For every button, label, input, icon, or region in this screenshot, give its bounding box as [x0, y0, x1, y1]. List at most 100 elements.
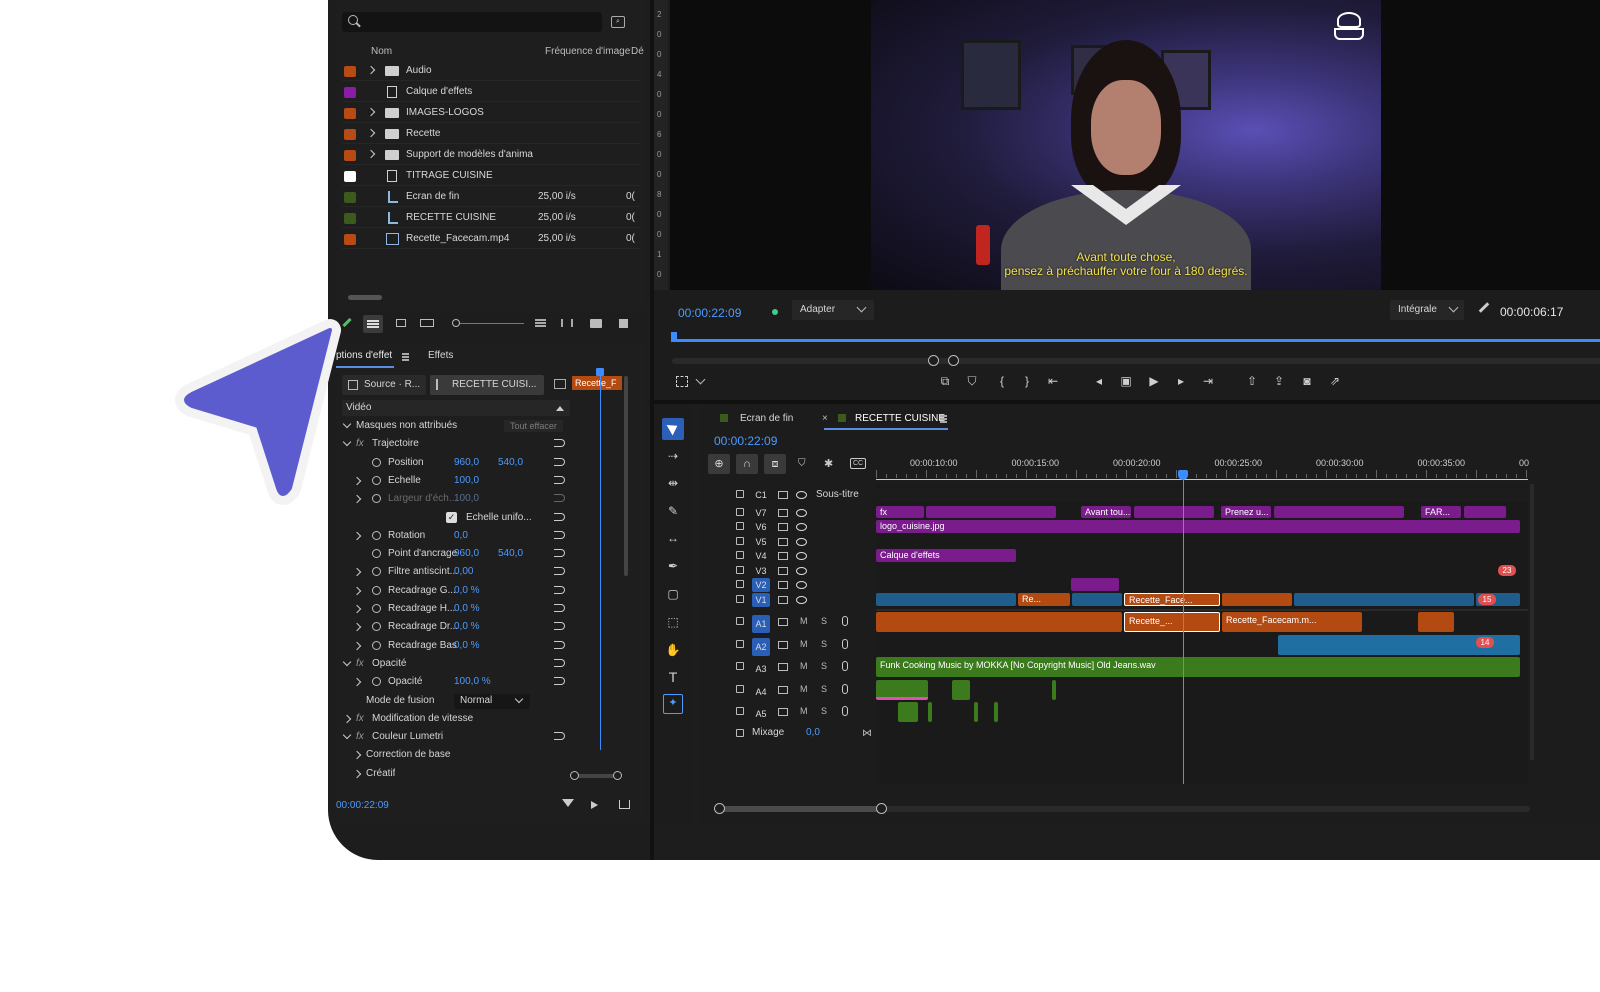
panel-toggle-icon[interactable]: [554, 379, 566, 389]
fit-dropdown[interactable]: Adapter: [792, 300, 874, 320]
effect-row[interactable]: Point d'ancrage 960,0 540,0: [342, 546, 570, 564]
track-target[interactable]: V3: [752, 564, 770, 578]
chevron-right-icon[interactable]: [352, 494, 362, 504]
timeline-vscroll[interactable]: [1530, 484, 1534, 760]
go-to-out-icon[interactable]: ⇥: [1200, 374, 1216, 388]
chevron-right-icon[interactable]: [352, 623, 362, 632]
fx-icon[interactable]: fx: [356, 438, 364, 449]
search-bar[interactable]: [342, 12, 602, 32]
solo-button[interactable]: S: [821, 616, 827, 626]
stopwatch-icon[interactable]: [372, 494, 381, 504]
v1-clip[interactable]: [1294, 593, 1474, 606]
reset-icon[interactable]: [554, 530, 565, 539]
toggle-sync-icon[interactable]: [778, 708, 788, 716]
step-forward-icon[interactable]: ▸: [1174, 374, 1188, 388]
track-target[interactable]: V5: [752, 535, 770, 549]
a1-clip[interactable]: Recette_...: [1124, 612, 1220, 632]
effect-row[interactable]: Largeur d'éch... 100,0: [342, 491, 570, 509]
lock-icon[interactable]: [736, 566, 744, 574]
toggle-sync-icon[interactable]: [778, 581, 788, 589]
effects-timecode[interactable]: 00:00:22:09: [336, 800, 389, 811]
rectangle-tool-icon[interactable]: ▢: [665, 587, 681, 601]
icon-view-icon[interactable]: [396, 319, 406, 327]
v7-clip[interactable]: [1464, 506, 1506, 518]
effect-value[interactable]: 0,0 %: [454, 640, 480, 651]
effect-row[interactable]: Filtre antiscint... 0,00: [342, 564, 570, 582]
reset-icon[interactable]: [554, 512, 565, 521]
label-color-swatch[interactable]: [344, 87, 356, 98]
mark-out-icon[interactable]: }: [1020, 374, 1034, 388]
menu-icon[interactable]: [940, 415, 947, 417]
toggle-sync-icon[interactable]: [778, 641, 788, 649]
mix-value[interactable]: 0,0: [806, 727, 820, 738]
effect-row[interactable]: Mode de fusion Normal: [342, 693, 570, 711]
reset-icon[interactable]: [554, 640, 565, 649]
mute-button[interactable]: M: [800, 706, 808, 716]
eye-icon[interactable]: [796, 509, 807, 517]
a5-clip[interactable]: [928, 702, 932, 722]
effect-row[interactable]: Position 960,0 540,0: [342, 455, 570, 473]
lock-icon[interactable]: [736, 640, 744, 648]
effect-value[interactable]: 960,0: [454, 548, 479, 559]
v6-clip[interactable]: logo_cuisine.jpg: [876, 520, 1520, 533]
generative-extend-tool-icon[interactable]: ✦: [663, 694, 683, 714]
track-target[interactable]: V1: [752, 593, 770, 607]
effects-scrollbar[interactable]: [624, 376, 628, 576]
effect-row[interactable]: Créatif: [342, 766, 570, 784]
export-frame-icon[interactable]: ⇗: [1327, 374, 1343, 388]
fx-icon[interactable]: fx: [356, 658, 364, 669]
timeline-playhead-handle[interactable]: [1178, 470, 1188, 480]
effect-value[interactable]: 540,0: [498, 548, 523, 559]
chevron-right-icon[interactable]: [352, 568, 362, 577]
effect-row[interactable]: fx Couleur Lumetri: [342, 729, 570, 747]
selection-tool-icon[interactable]: [662, 418, 684, 440]
chevron-right-icon[interactable]: [352, 751, 362, 760]
collapse-icon[interactable]: [556, 406, 564, 411]
timeline-hscroll[interactable]: [714, 803, 1530, 814]
lock-icon[interactable]: [736, 707, 744, 715]
project-item[interactable]: Support de modèles d'anima: [342, 145, 640, 165]
project-item[interactable]: Audio: [342, 61, 640, 81]
microphone-icon[interactable]: [842, 661, 848, 671]
stopwatch-icon[interactable]: [372, 604, 381, 613]
v7-clip[interactable]: Prenez u...: [1221, 506, 1271, 518]
stopwatch-icon[interactable]: [372, 549, 381, 559]
automate-icon[interactable]: [561, 319, 573, 327]
a1-clip[interactable]: [876, 612, 1122, 632]
add-marker-icon[interactable]: ⛉: [965, 374, 979, 388]
effect-value[interactable]: 0,0: [454, 530, 468, 541]
label-color-swatch[interactable]: [344, 213, 356, 224]
mute-button[interactable]: M: [800, 684, 808, 694]
solo-button[interactable]: S: [821, 684, 827, 694]
toggle-sync-icon[interactable]: [778, 618, 788, 626]
source-dropdown[interactable]: Source · R...: [342, 375, 426, 395]
chevron-right-icon[interactable]: [366, 128, 376, 138]
new-item-icon[interactable]: [619, 319, 628, 328]
effect-row[interactable]: fx Modification de vitesse: [342, 711, 570, 729]
scrub-start-marker[interactable]: [671, 332, 677, 342]
label-color-swatch[interactable]: [344, 108, 356, 119]
toggle-sync-icon[interactable]: [778, 552, 788, 560]
eye-icon[interactable]: [796, 596, 807, 604]
label-color-swatch[interactable]: [344, 192, 356, 203]
track-target[interactable]: A3: [752, 660, 770, 678]
lock-icon[interactable]: [736, 490, 744, 498]
mute-button[interactable]: M: [800, 661, 808, 671]
time-ruler[interactable]: 00:00:10:00 00:00:15:00 00:00:20:00 00:00:2…: [876, 448, 1529, 480]
clear-all-button[interactable]: Tout effacer: [504, 420, 563, 432]
find-icon[interactable]: ⌕: [611, 16, 625, 28]
hand-tool-icon[interactable]: ✋: [665, 643, 681, 657]
fx-icon[interactable]: fx: [356, 713, 364, 724]
reset-icon[interactable]: [554, 567, 565, 576]
effect-value[interactable]: 100,0: [454, 475, 479, 486]
program-scrub-bar[interactable]: [672, 339, 1600, 342]
chevron-right-icon[interactable]: [342, 714, 352, 724]
track-target[interactable]: V7: [752, 506, 770, 520]
camera-icon[interactable]: ◙: [1299, 374, 1315, 388]
toggle-sync-icon[interactable]: [778, 567, 788, 575]
filter-icon[interactable]: [562, 799, 574, 807]
a5-clip[interactable]: [994, 702, 998, 722]
v7-clip[interactable]: fx: [876, 506, 924, 518]
microphone-icon[interactable]: [842, 616, 848, 626]
ripple-edit-tool-icon[interactable]: ⇹: [665, 476, 681, 490]
